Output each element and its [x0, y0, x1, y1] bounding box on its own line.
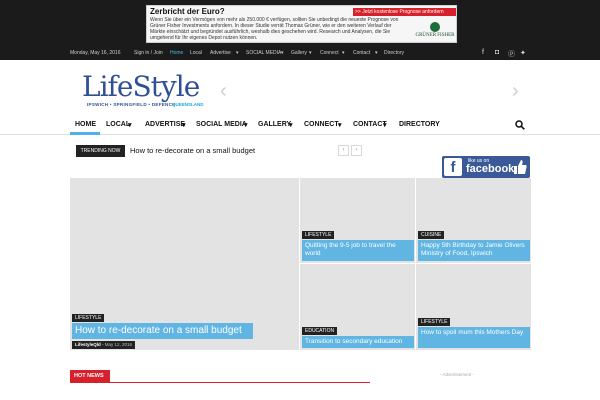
- chevron-down-icon: ▾: [309, 50, 312, 56]
- top-nav-contact[interactable]: Contact: [353, 50, 370, 56]
- featured-article-tile[interactable]: LIFESTYLE How to spoil mum this Mothers …: [416, 264, 531, 350]
- chevron-down-icon: ▾: [342, 50, 345, 56]
- article-author[interactable]: LifestyleQld: [75, 342, 101, 347]
- article-meta: LifestyleQld - May 12, 2016: [72, 341, 136, 349]
- leaf-icon: [430, 22, 440, 32]
- featured-article-tile[interactable]: LIFESTYLE Quitting the 9-5 job to travel…: [300, 178, 415, 263]
- chevron-down-icon: ▾: [244, 122, 248, 129]
- article-title[interactable]: Happy 5th Birthday to Jamie Olivers Mini…: [418, 240, 530, 261]
- nav-advertise[interactable]: ADVERTISE: [145, 121, 185, 128]
- article-title[interactable]: Quitting the 9-5 job to travel the world: [302, 240, 414, 261]
- article-date: May 12, 2016: [104, 342, 133, 347]
- category-tag[interactable]: EDUCATION: [302, 327, 338, 335]
- top-nav: Monday, May 16, 2016 Sign in / Join Home…: [0, 47, 600, 60]
- twitter-icon[interactable]: ✦: [520, 49, 526, 57]
- top-nav-home[interactable]: Home: [170, 50, 183, 56]
- chevron-down-icon: ▾: [281, 50, 284, 56]
- search-icon[interactable]: [515, 120, 525, 130]
- logo-badge: QUEENSLAND: [172, 102, 204, 107]
- top-nav-directory[interactable]: Directory: [384, 50, 404, 56]
- category-tag[interactable]: LIFESTYLE: [418, 318, 451, 326]
- facebook-icon[interactable]: f: [482, 49, 484, 56]
- top-nav-local[interactable]: Local: [190, 50, 202, 56]
- site-logo[interactable]: LifeStyle IPSWICH • SPRINGFIELD • DEFENC…: [82, 70, 206, 110]
- thumbs-up-icon: [514, 160, 527, 174]
- chevron-down-icon: ▾: [236, 50, 239, 56]
- advertisement-label: - Advertisement -: [440, 372, 475, 377]
- instagram-icon[interactable]: ◘: [495, 49, 499, 56]
- nav-local[interactable]: LOCAL: [106, 121, 130, 128]
- category-tag[interactable]: LIFESTYLE: [302, 231, 335, 239]
- top-nav-date: Monday, May 16, 2016: [70, 50, 121, 56]
- chevron-down-icon: ▾: [383, 122, 387, 129]
- header-prev-arrow-icon[interactable]: ‹: [220, 80, 227, 103]
- ad-logo: GRÜNER FISHER: [414, 20, 456, 42]
- nav-contact[interactable]: CONTACT: [353, 121, 387, 128]
- ad-body-text: Wenn Sie über ein Vermögen von mehr als …: [150, 17, 399, 41]
- trending-headline[interactable]: How to re-decorate on a small budget: [130, 146, 255, 155]
- top-nav-connect[interactable]: Connect: [320, 50, 339, 56]
- featured-article-tile[interactable]: CUISINE Happy 5th Birthday to Jamie Oliv…: [416, 178, 531, 263]
- signin-link[interactable]: Sign in / Join: [134, 50, 163, 56]
- main-nav: HOME LOCAL ▾ ADVERTISE ▾ SOCIAL MEDIA ▾ …: [0, 115, 600, 135]
- ad-logo-text: GRÜNER FISHER: [415, 33, 455, 38]
- chevron-down-icon: ▾: [128, 122, 132, 129]
- ad-cta-link[interactable]: >> Jetzt kostenlose Prognose anfordern: [353, 8, 456, 16]
- hot-news-divider: [70, 382, 370, 383]
- chevron-down-icon: ▾: [375, 50, 378, 56]
- logo-text: LifeStyle: [82, 70, 200, 103]
- top-nav-advertise[interactable]: Advertise: [210, 50, 231, 56]
- article-title[interactable]: Transition to secondary education: [302, 336, 414, 348]
- trending-label: TRENDING NOW: [76, 145, 125, 157]
- chevron-down-icon: ▾: [182, 122, 186, 129]
- nav-gallery[interactable]: GALLERY: [258, 121, 291, 128]
- category-tag[interactable]: LIFESTYLE: [72, 314, 105, 322]
- top-nav-gallery[interactable]: Gallery: [291, 50, 307, 56]
- logo-subtitle: IPSWICH • SPRINGFIELD • DEFENCE: [87, 102, 176, 107]
- ad-title: Zerbricht der Euro?: [150, 7, 225, 16]
- article-title[interactable]: How to re-decorate on a small budget: [72, 323, 253, 339]
- trending-prev-button[interactable]: ‹: [338, 145, 349, 156]
- chevron-down-icon: ▾: [338, 122, 342, 129]
- article-title[interactable]: How to spoil mum this Mothers Day: [418, 327, 530, 348]
- facebook-like-widget[interactable]: f like us on facebook: [442, 156, 530, 178]
- active-nav-indicator: [70, 132, 100, 135]
- facebook-name: facebook: [466, 163, 515, 175]
- nav-home[interactable]: HOME: [75, 121, 96, 128]
- chevron-down-icon: ▾: [289, 122, 293, 129]
- banner-ad[interactable]: Zerbricht der Euro? >> Jetzt kostenlose …: [146, 5, 457, 43]
- pinterest-icon[interactable]: ⓟ: [508, 49, 515, 59]
- top-nav-social-media[interactable]: SOCIAL MEDIA: [246, 50, 281, 56]
- facebook-icon: f: [444, 158, 462, 176]
- nav-social-media[interactable]: SOCIAL MEDIA: [196, 121, 247, 128]
- nav-connect[interactable]: CONNECT: [304, 121, 339, 128]
- header-next-arrow-icon[interactable]: ›: [512, 80, 519, 103]
- nav-directory[interactable]: DIRECTORY: [399, 121, 440, 128]
- featured-article-tile[interactable]: EDUCATION Transition to secondary educat…: [300, 264, 415, 350]
- featured-article-main[interactable]: LIFESTYLE How to re-decorate on a small …: [70, 178, 299, 350]
- trending-next-button[interactable]: ›: [351, 145, 362, 156]
- category-tag[interactable]: CUISINE: [418, 231, 445, 239]
